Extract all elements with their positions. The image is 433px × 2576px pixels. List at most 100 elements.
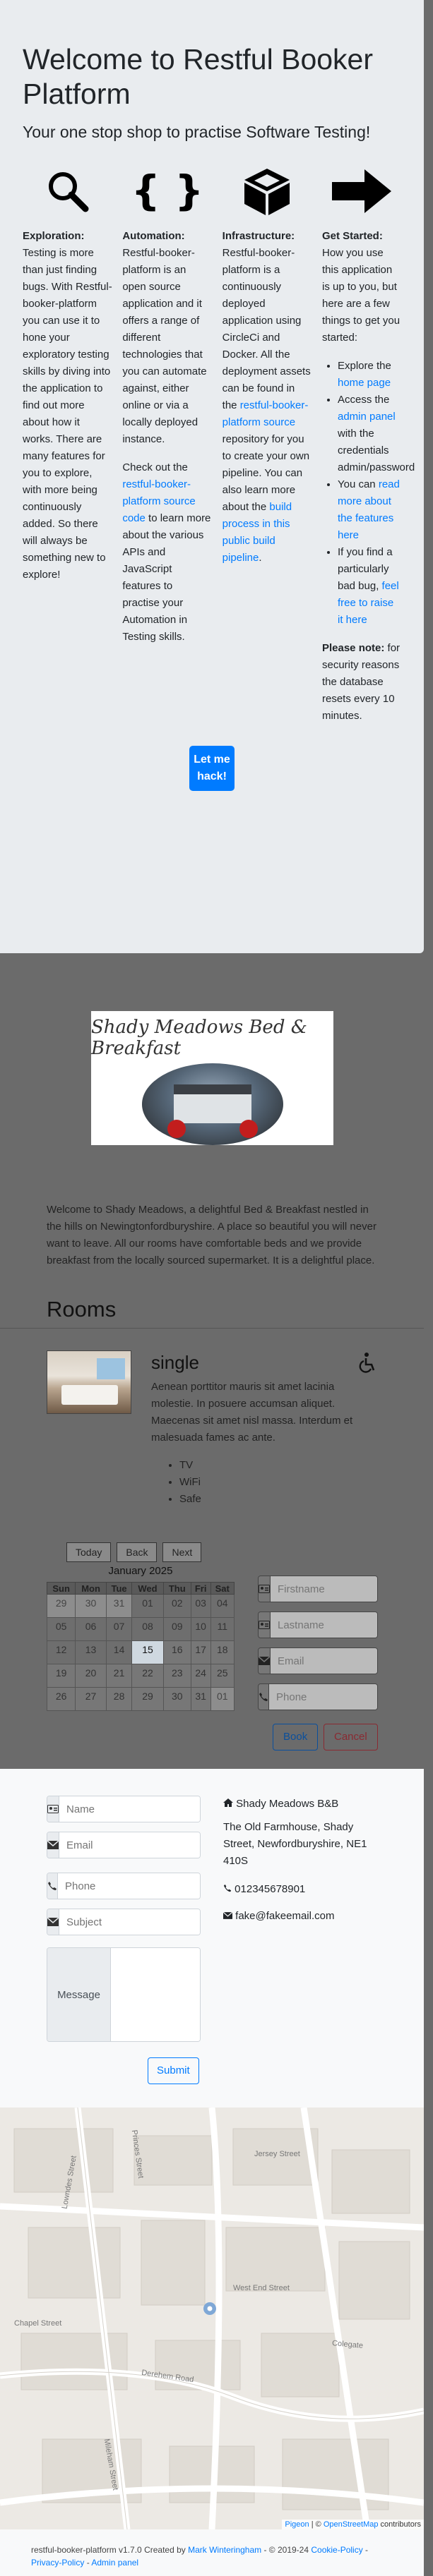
li3-before: You can — [337, 478, 379, 491]
logo-house-image — [141, 1063, 283, 1145]
calendar-day[interactable]: 25 — [210, 1664, 235, 1688]
note-heading: Please note: — [321, 642, 385, 655]
privacy-policy-link[interactable]: Privacy-Policy — [31, 2558, 84, 2568]
booking-lastname-input[interactable] — [271, 1612, 377, 1638]
location-map[interactable]: Lowndes Street Princes Street Derehem Ro… — [0, 2108, 424, 2529]
get-started-column: Get Started: How you use this applicatio… — [321, 163, 415, 736]
let-me-hack-button[interactable]: Let me hack! — [189, 746, 235, 792]
calendar-day[interactable]: 05 — [46, 1617, 76, 1641]
calendar-next-button[interactable]: Next — [162, 1542, 202, 1562]
li2-after: with the credentials — [337, 428, 389, 457]
automation-text-2-after: to learn more about the various APIs and… — [122, 512, 211, 643]
calendar-day[interactable]: 28 — [105, 1687, 133, 1711]
magnifier-icon — [23, 163, 112, 219]
calendar-day[interactable]: 07 — [105, 1617, 133, 1641]
author-link[interactable]: Mark Winteringham — [188, 2545, 261, 2555]
envelope-icon — [259, 1648, 271, 1674]
phone-icon — [223, 1883, 232, 1895]
calendar-day[interactable]: 13 — [75, 1640, 107, 1664]
calendar-day[interactable]: 04 — [210, 1594, 235, 1618]
calendar-day[interactable]: 03 — [190, 1594, 211, 1618]
booking-email-input[interactable] — [271, 1648, 377, 1674]
attribution-contributors: contributors — [378, 2520, 421, 2529]
calendar-day[interactable]: 30 — [75, 1594, 107, 1618]
calendar-day[interactable]: 31 — [190, 1687, 211, 1711]
calendar-day[interactable]: 31 — [105, 1594, 133, 1618]
booking-lastname-group — [258, 1611, 378, 1638]
cancel-button[interactable]: Cancel — [324, 1724, 378, 1750]
booking-firstname-group — [258, 1576, 378, 1602]
calendar-day[interactable]: 30 — [162, 1687, 191, 1711]
home-page-link[interactable]: home page — [338, 377, 391, 389]
calendar-day[interactable]: 10 — [190, 1617, 211, 1641]
osm-link[interactable]: OpenStreetMap — [324, 2520, 379, 2529]
cookie-policy-link[interactable]: Cookie-Policy — [311, 2545, 362, 2555]
calendar-day[interactable]: 01 — [210, 1687, 235, 1711]
admin-panel-footer-link[interactable]: Admin panel — [91, 2558, 138, 2568]
calendar-day[interactable]: 23 — [162, 1664, 191, 1688]
flower-decoration — [239, 1120, 258, 1138]
calendar-back-button[interactable]: Back — [117, 1542, 158, 1562]
footer-version-text: restful-booker-platform v1.7.0 Created b… — [31, 2545, 189, 2555]
pigeon-link[interactable]: Pigeon — [285, 2520, 309, 2529]
calendar-day[interactable]: 29 — [131, 1687, 164, 1711]
weekday-header: Fri — [190, 1582, 211, 1595]
calendar-today-button[interactable]: Today — [66, 1542, 112, 1562]
calendar-day[interactable]: 20 — [75, 1664, 107, 1688]
id-card-icon — [47, 1796, 59, 1822]
booking-firstname-input[interactable] — [271, 1576, 377, 1602]
house-shape — [173, 1084, 251, 1123]
admin-panel-link[interactable]: admin panel — [338, 411, 396, 423]
contact-message-input[interactable] — [111, 1948, 200, 2041]
started-list: Explore the home page Access the admin p… — [322, 358, 415, 629]
weekday-header: Sat — [210, 1582, 235, 1595]
calendar-grid: Sun Mon Tue Wed Thu Fri Sat 29 30 31 01 … — [46, 1582, 235, 1711]
calendar-day[interactable]: 14 — [105, 1640, 133, 1664]
calendar-day[interactable]: 19 — [46, 1664, 76, 1688]
room-feature: TV — [179, 1457, 201, 1474]
calendar-day[interactable]: 08 — [131, 1617, 164, 1641]
calendar-day[interactable]: 29 — [46, 1594, 76, 1618]
contact-email-group — [47, 1832, 201, 1858]
calendar-day[interactable]: 21 — [105, 1664, 133, 1688]
calendar-day[interactable]: 02 — [162, 1594, 191, 1618]
svg-text:{ }: { } — [132, 168, 203, 214]
contact-name-input[interactable] — [59, 1796, 200, 1822]
booking-phone-input[interactable] — [269, 1684, 377, 1710]
weekday-header: Sun — [46, 1582, 76, 1595]
contact-email-input[interactable] — [59, 1832, 200, 1858]
calendar-day[interactable]: 09 — [162, 1617, 191, 1641]
contact-phone-input[interactable] — [58, 1873, 200, 1899]
contact-subject-input[interactable] — [59, 1909, 200, 1935]
calendar-day[interactable]: 17 — [190, 1640, 211, 1664]
address-line: 410S — [223, 1855, 249, 1867]
calendar-day[interactable]: 26 — [46, 1687, 76, 1711]
li1-before: Explore the — [337, 360, 391, 373]
address-phone: 012345678901 — [235, 1883, 306, 1895]
calendar-day[interactable]: 18 — [210, 1640, 235, 1664]
contact-subject-group — [47, 1909, 201, 1935]
calendar-day-today[interactable]: 15 — [131, 1640, 164, 1664]
automation-column: { } Automation: Restful-booker-platform … — [122, 163, 212, 736]
admin-credentials: admin/password — [337, 461, 415, 474]
address-email-line: fake@fakeemail.com — [223, 1908, 334, 1925]
calendar-day[interactable]: 22 — [131, 1664, 164, 1688]
submit-button[interactable]: Submit — [148, 2057, 199, 2084]
map-tiles — [0, 2108, 424, 2529]
calendar-day[interactable]: 16 — [162, 1640, 191, 1664]
calendar-day[interactable]: 27 — [75, 1687, 107, 1711]
room-type: single — [151, 1352, 199, 1373]
calendar-day[interactable]: 24 — [190, 1664, 211, 1688]
calendar-day[interactable]: 06 — [75, 1617, 107, 1641]
calendar-day[interactable]: 11 — [210, 1617, 235, 1641]
phone-icon — [259, 1684, 269, 1710]
calendar-month: January 2025 — [108, 1565, 173, 1577]
intro-lead: Your one stop shop to practise Software … — [23, 123, 371, 142]
infrastructure-heading: Infrastructure: — [222, 230, 295, 243]
book-button[interactable]: Book — [273, 1724, 319, 1750]
calendar-day[interactable]: 12 — [46, 1640, 76, 1664]
street-label: Jersey Street — [254, 2150, 300, 2158]
calendar-day[interactable]: 01 — [131, 1594, 164, 1618]
cube-icon — [223, 163, 312, 219]
room-image — [47, 1350, 131, 1414]
